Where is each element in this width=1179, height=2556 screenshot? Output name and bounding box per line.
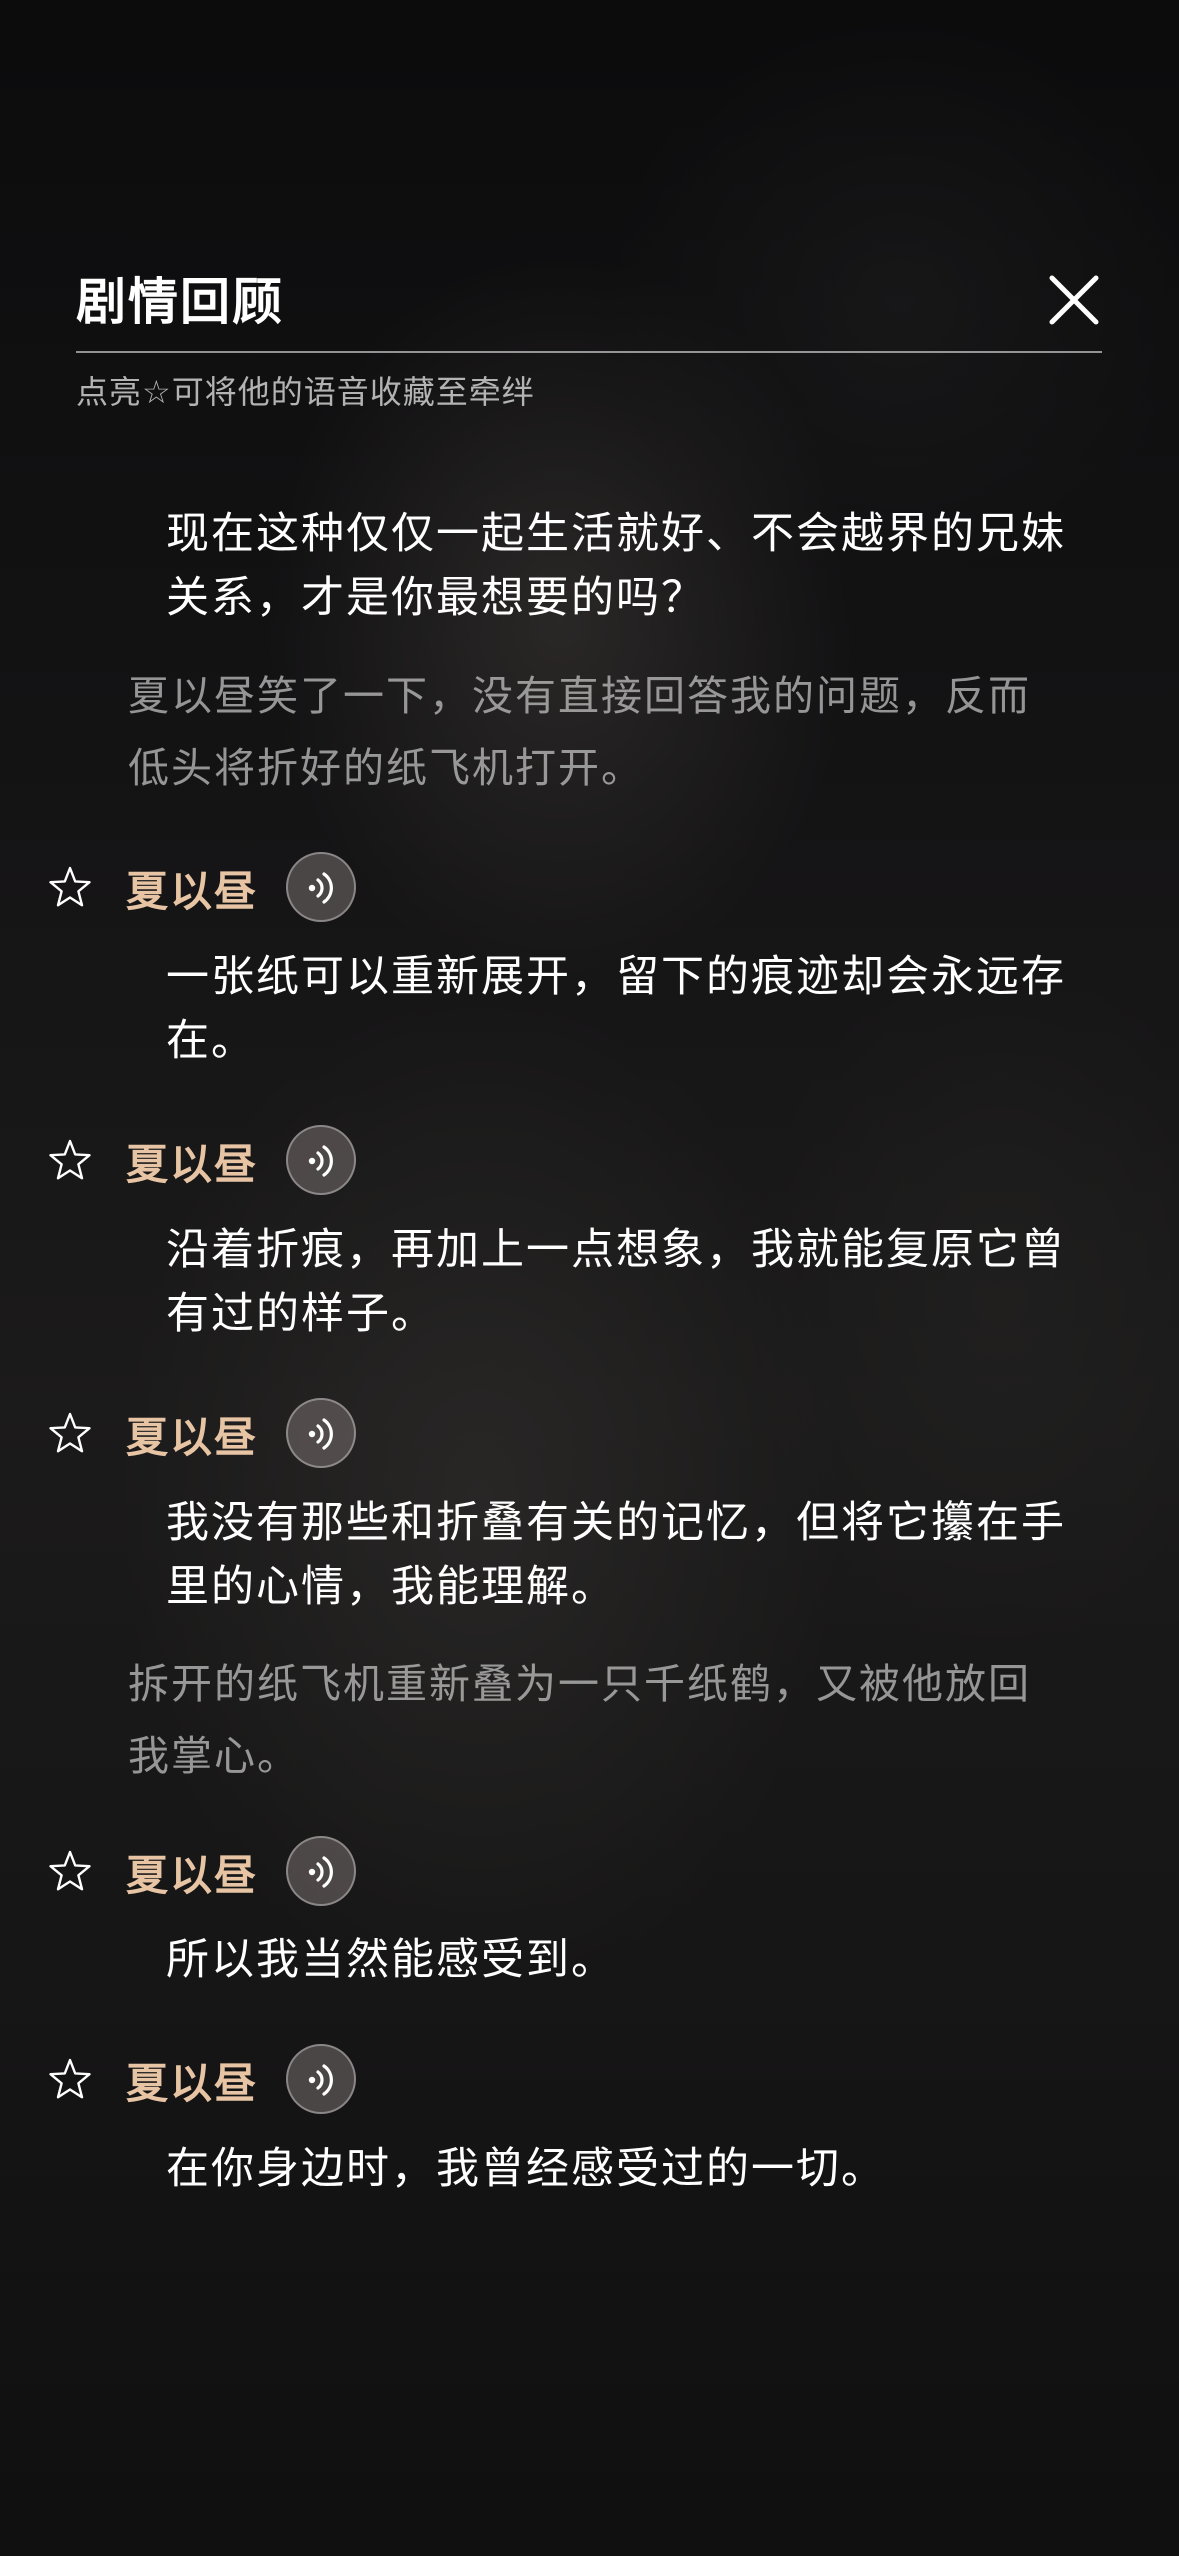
narration-text: 夏以昼笑了一下，没有直接回答我的问题，反而低头将折好的纸飞机打开。: [128, 672, 1031, 792]
speaker-row: 夏以昼: [48, 1836, 408, 1906]
star-outline-icon[interactable]: [48, 2057, 92, 2101]
narration-text: 拆开的纸飞机重新叠为一只千纸鹤，又被他放回我掌心。: [128, 1660, 1031, 1780]
speaker-row: 夏以昼: [48, 1125, 408, 1195]
favorite-hint: 点亮☆可将他的语音收藏至牵绊: [76, 373, 535, 411]
star-outline-icon[interactable]: [48, 1138, 92, 1182]
voice-play-button[interactable]: [286, 1398, 356, 1468]
voice-play-icon: [308, 1856, 333, 1888]
story-review-panel: 剧情回顾 点亮☆可将他的语音收藏至牵绊 现在这种仅仅一起生活就好、不会越界的兄妹…: [0, 0, 1179, 2556]
speaker-name: 夏以昼: [126, 1851, 259, 1900]
voice-play-icon: [308, 2064, 333, 2096]
dialogue-line: 现在这种仅仅一起生活就好、不会越界的兄妹关系，才是你最想要的吗？: [166, 509, 1066, 623]
dialogue-line: 所以我当然能感受到。: [166, 1935, 616, 1985]
voice-play-icon: [308, 1145, 333, 1177]
voice-play-button[interactable]: [286, 1125, 356, 1195]
voice-play-icon: [308, 872, 333, 904]
dialogue-line: 在你身边时，我曾经感受过的一切。: [166, 2144, 886, 2194]
dialogue-line: 沿着折痕，再加上一点想象，我就能复原它曾有过的样子。: [166, 1225, 1066, 1339]
speaker-row: 夏以昼: [48, 852, 408, 922]
speaker-name: 夏以昼: [126, 867, 259, 916]
voice-play-icon: [308, 1418, 333, 1450]
speaker-name: 夏以昼: [126, 1413, 259, 1462]
dialogue-line: 一张纸可以重新展开，留下的痕迹却会永远存在。: [166, 952, 1066, 1066]
header-divider: [76, 351, 1102, 353]
speaker-name: 夏以昼: [126, 1140, 259, 1189]
star-outline-icon[interactable]: [48, 1411, 92, 1455]
speaker-row: 夏以昼: [48, 2044, 408, 2114]
page-title: 剧情回顾: [76, 272, 284, 331]
voice-play-button[interactable]: [286, 2044, 356, 2114]
speaker-name: 夏以昼: [126, 2059, 259, 2108]
voice-play-button[interactable]: [286, 1836, 356, 1906]
close-button[interactable]: [1046, 272, 1102, 328]
star-outline-icon[interactable]: [48, 1849, 92, 1893]
speaker-row: 夏以昼: [48, 1398, 408, 1468]
voice-play-button[interactable]: [286, 852, 356, 922]
star-outline-icon[interactable]: [48, 865, 92, 909]
close-icon: [1049, 275, 1099, 325]
dialogue-line: 我没有那些和折叠有关的记忆，但将它攥在手里的心情，我能理解。: [166, 1498, 1066, 1612]
